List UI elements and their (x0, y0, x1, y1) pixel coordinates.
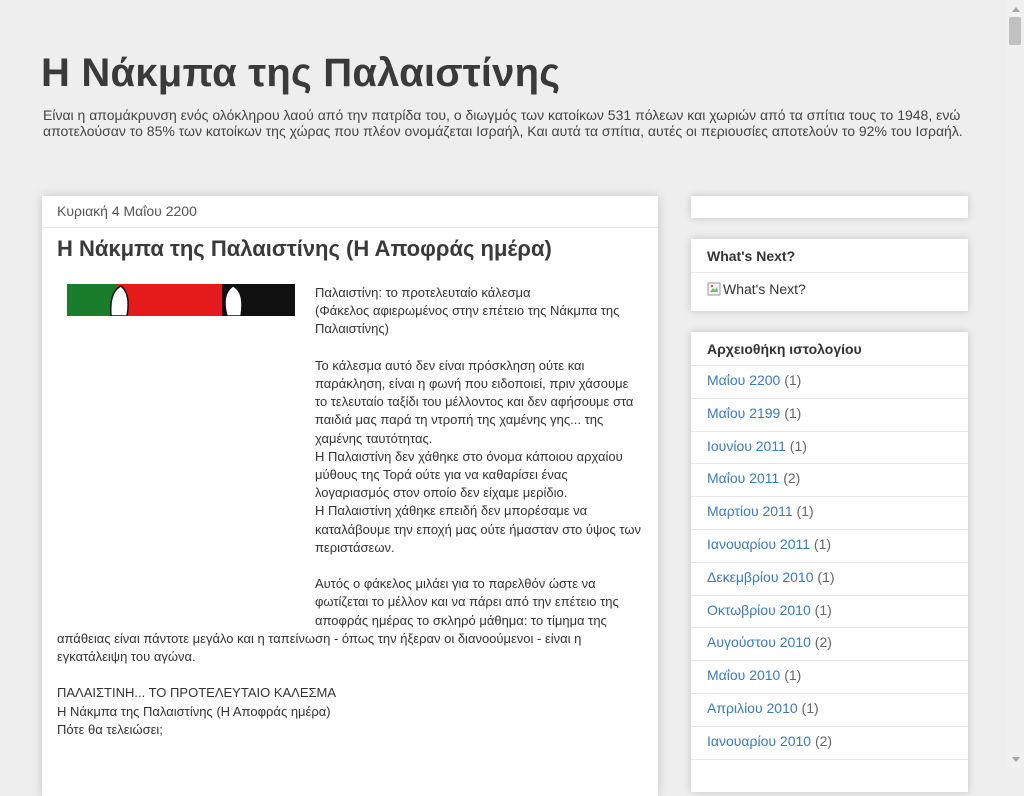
archive-count: (1) (780, 372, 802, 388)
archive-link[interactable]: Οκτωβρίου 2010 (707, 602, 811, 618)
archive-title: Αρχειοθήκη ιστολογίου (691, 332, 968, 366)
scroll-thumb[interactable] (1009, 17, 1021, 45)
whats-next-image[interactable]: What's Next? (691, 273, 968, 305)
archive-item: Απριλίου 2010 (1) (691, 694, 968, 727)
vertical-scrollbar[interactable] (1007, 0, 1024, 768)
archive-link[interactable]: Αυγούστου 2010 (707, 634, 811, 650)
post-title[interactable]: Η Νάκμπα της Παλαιστίνης (Η Αποφράς ημέρ… (57, 236, 643, 262)
scroll-up-arrow-icon[interactable] (1007, 0, 1024, 17)
archive-count: (1) (780, 404, 802, 421)
broken-image-icon (707, 282, 721, 296)
post-body: Παλαιστίνη: το προτελευταίο κάλεσμα (Φάκε… (57, 284, 642, 739)
archive-item: Αυγούστου 2010 (2) (691, 628, 968, 662)
blog-archive-widget: Αρχειοθήκη ιστολογίου Μαΐου 2200 (1) Μαΐο… (691, 332, 968, 792)
post-lines: ΠΑΛΑΙΣΤΙΝΗ... ΤΟ ΠΡΟΤΕΛΕΥΤΑΙΟ ΚΑΛΕΣΜΑ Η Ν… (57, 684, 642, 739)
post-date-header: Κυριακή 4 Μαΐου 2200 (42, 196, 658, 228)
archive-item: Μαΐου 2200 (1) (691, 366, 968, 399)
archive-link[interactable]: Ιουνίου 2011 (707, 438, 786, 454)
archive-item: Μαΐου 2199 (1) (691, 399, 968, 432)
empty-widget (691, 196, 968, 218)
archive-link[interactable]: Μαρτίου 2011 (707, 503, 793, 519)
archive-link[interactable]: Ιανουαρίου 2011 (707, 536, 810, 552)
archive-link[interactable]: Μαΐου 2011 (707, 470, 779, 486)
whats-next-widget: What's Next? What's Next? (691, 239, 968, 311)
post-line: ΠΑΛΑΙΣΤΙΝΗ... ΤΟ ΠΡΟΤΕΛΕΥΤΑΙΟ ΚΑΛΕΣΜΑ (57, 685, 337, 701)
archive-item: Μαΐου 2011 (2) (691, 464, 968, 498)
scroll-down-arrow-icon[interactable] (1007, 751, 1024, 768)
archive-item: Οκτωβρίου 2010 (1) (691, 596, 968, 629)
whats-next-alt-text: What's Next? (723, 281, 806, 297)
archive-item: Ιουνίου 2011 (1) (691, 432, 968, 465)
whats-next-title: What's Next? (691, 239, 968, 273)
palestinian-flag-image[interactable] (67, 284, 295, 616)
archive-link[interactable]: Δεκεμβρίου 2010 (707, 569, 814, 585)
blog-title[interactable]: Η Νάκμπα της Παλαιστίνης (41, 51, 560, 96)
archive-link[interactable]: Μαΐου 2199 (707, 405, 780, 421)
archive-item: Μαρτίου 2011 (1) (691, 497, 968, 530)
archive-count: (2) (779, 470, 801, 487)
main-post-column: Κυριακή 4 Μαΐου 2200 Η Νάκμπα της Παλαισ… (42, 196, 658, 796)
archive-count: (1) (810, 601, 832, 618)
archive-link[interactable]: Μαΐου 2200 (707, 372, 780, 388)
blog-description: Είναι η απομάκρυνση ενός ολόκληρου λαού … (43, 107, 963, 139)
post-line: Η Νάκμπα της Παλαιστίνης (Η Αποφράς ημέρ… (57, 703, 331, 719)
archive-count: (1) (810, 535, 832, 552)
archive-link[interactable]: Απριλίου 2010 (707, 700, 798, 716)
archive-count: (1) (797, 699, 819, 716)
post-line: Πότε θα τελειώσει; (57, 721, 163, 737)
flag-graphic (67, 284, 295, 316)
archive-item: Ιανουαρίου 2010 (2) (691, 727, 968, 760)
archive-link[interactable]: Ιανουαρίου 2010 (707, 733, 811, 749)
archive-count: (2) (811, 732, 833, 749)
archive-count: (1) (785, 437, 807, 454)
archive-count: (1) (813, 568, 835, 585)
archive-link[interactable]: Μαΐου 2010 (707, 667, 780, 683)
archive-item: Μαΐου 2010 (1) (691, 661, 968, 694)
archive-item: Δεκεμβρίου 2010 (1) (691, 563, 968, 596)
archive-count: (1) (792, 503, 814, 520)
archive-item: Ιανουαρίου 2011 (1) (691, 530, 968, 563)
archive-count: (2) (810, 634, 832, 651)
archive-list: Μαΐου 2200 (1) Μαΐου 2199 (1) Ιουνίου 2011… (691, 366, 968, 760)
archive-count: (1) (780, 667, 802, 684)
